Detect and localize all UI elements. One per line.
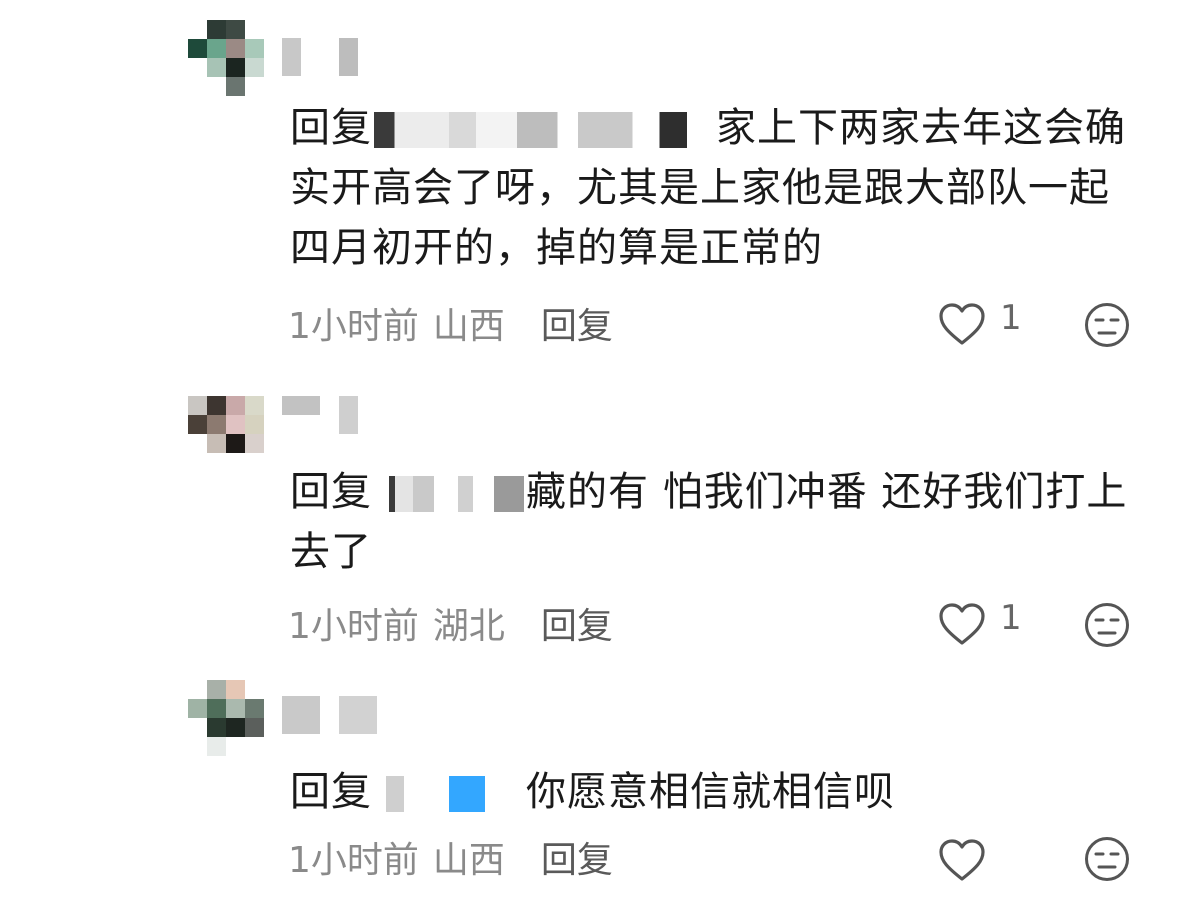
reply-prefix: 回复 <box>290 105 372 151</box>
like-button[interactable]: 1 <box>938 598 1022 646</box>
unamused-face-icon <box>1085 837 1129 881</box>
unamused-face-icon <box>1085 303 1129 347</box>
location: 湖北 <box>432 606 505 647</box>
heart-outline-icon <box>939 603 985 645</box>
timestamp: 1小时前 <box>288 306 419 347</box>
comment-text: 回复 藏的有 怕我们冲番 还好我们打上去了 <box>290 462 1130 582</box>
dislike-button[interactable] <box>1084 836 1130 886</box>
comment-meta: 1小时前 山西 回复 <box>288 298 613 348</box>
mention-redacted[interactable] <box>374 112 714 148</box>
comment-meta: 1小时前 湖北 回复 <box>288 598 613 648</box>
dislike-button[interactable] <box>1084 602 1130 652</box>
comment-body: 你愿意相信就相信呗 <box>526 769 895 815</box>
location: 山西 <box>432 306 505 347</box>
avatar[interactable] <box>188 396 264 472</box>
location: 山西 <box>432 840 505 881</box>
reply-prefix: 回复 <box>290 769 372 815</box>
heart-outline-icon <box>939 839 985 881</box>
like-count: 1 <box>1000 298 1022 338</box>
unamused-face-icon <box>1085 603 1129 647</box>
reply-button[interactable]: 回复 <box>541 297 613 349</box>
like-button[interactable] <box>938 838 1000 882</box>
dislike-button[interactable] <box>1084 302 1130 352</box>
mention-redacted[interactable] <box>374 476 524 512</box>
like-button[interactable]: 1 <box>938 298 1022 346</box>
reply-button[interactable]: 回复 <box>541 831 613 883</box>
timestamp: 1小时前 <box>288 840 419 881</box>
comment-text: 回复 家上下两家去年这会确实开高会了呀，尤其是上家他是跟大部队一起四月初开的，掉的… <box>290 98 1130 278</box>
reply-prefix: 回复 <box>290 469 372 515</box>
username-redacted[interactable] <box>282 38 358 76</box>
like-count: 1 <box>1000 598 1022 638</box>
avatar[interactable] <box>188 680 264 756</box>
username-redacted[interactable] <box>282 396 358 434</box>
comment-text: 回复 你愿意相信就相信呗 <box>290 762 1130 822</box>
mention-redacted[interactable] <box>374 776 524 812</box>
comment-meta: 1小时前 山西 回复 <box>288 832 613 882</box>
avatar[interactable] <box>188 20 264 96</box>
timestamp: 1小时前 <box>288 606 419 647</box>
username-redacted[interactable] <box>282 696 377 734</box>
reply-button[interactable]: 回复 <box>541 597 613 649</box>
heart-outline-icon <box>939 303 985 345</box>
